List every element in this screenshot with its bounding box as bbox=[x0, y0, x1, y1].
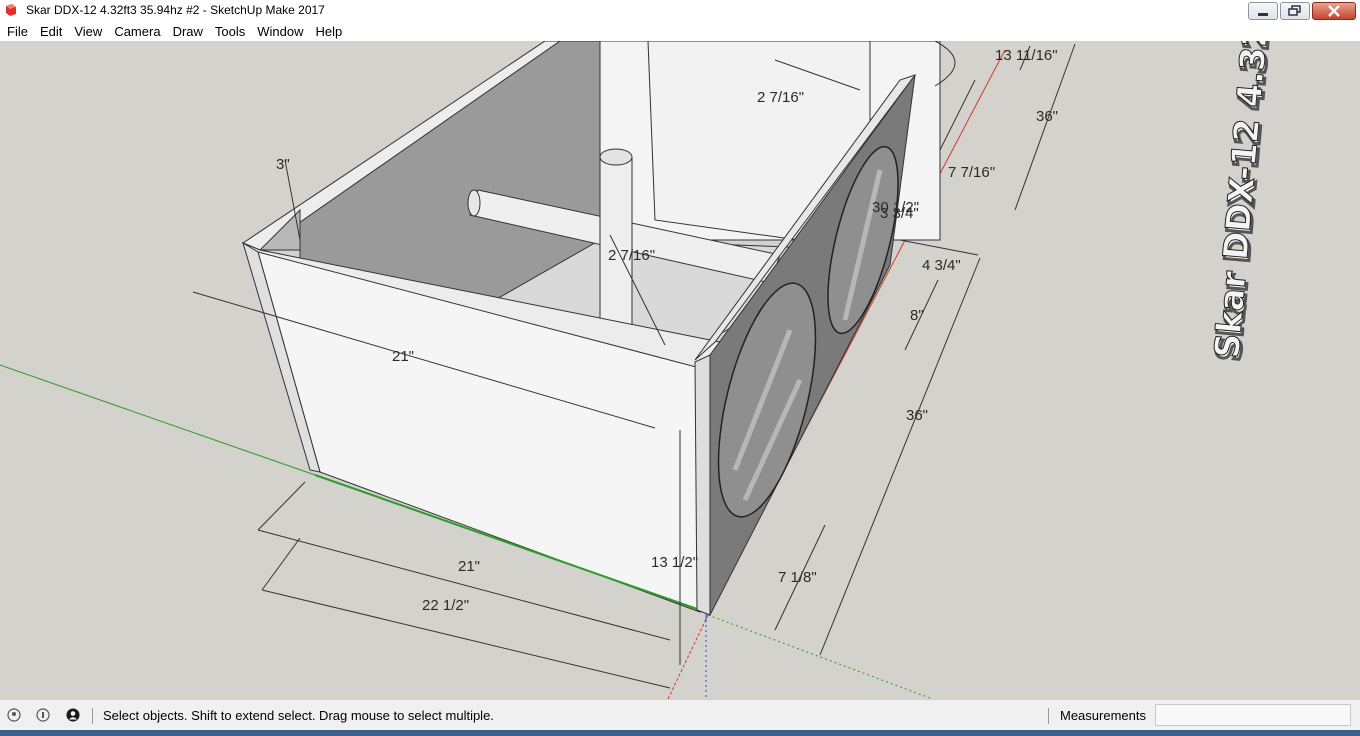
baffle-left-edge bbox=[694, 354, 711, 616]
vertical-port-top bbox=[599, 148, 633, 166]
dim-top-right[interactable]: 13 11/16" bbox=[995, 47, 1058, 64]
horizontal-port-end bbox=[467, 189, 481, 217]
menu-camera[interactable]: Camera bbox=[108, 24, 166, 39]
geo-location-icon[interactable] bbox=[7, 708, 21, 722]
dim-right-lower[interactable]: 36" bbox=[906, 407, 928, 424]
dim-left-wall[interactable]: 3" bbox=[276, 156, 290, 173]
dim-base-outer[interactable]: 22 1/2" bbox=[422, 597, 469, 614]
dim-center-port[interactable]: 2 7/16" bbox=[608, 247, 655, 264]
menu-help[interactable]: Help bbox=[310, 24, 349, 39]
dim-interior-width[interactable]: 21" bbox=[392, 348, 414, 365]
close-button[interactable] bbox=[1312, 2, 1356, 20]
window-controls bbox=[1248, 2, 1356, 20]
menu-bar: File Edit View Camera Draw Tools Window … bbox=[0, 22, 1360, 41]
sketchup-icon bbox=[6, 4, 16, 16]
menu-tools[interactable]: Tools bbox=[209, 24, 251, 39]
measurements-label: Measurements bbox=[1060, 708, 1146, 723]
credits-icon[interactable] bbox=[36, 708, 50, 722]
red-axis-lower bbox=[667, 614, 709, 699]
model-drawing: 13 11/16" 2 7/16" 36" 7 7/16" 3" 30 1/2"… bbox=[0, 41, 1299, 699]
menu-view[interactable]: View bbox=[68, 24, 108, 39]
menu-file[interactable]: File bbox=[0, 24, 34, 39]
dim-mid-right-b[interactable]: 3 3/4" bbox=[880, 205, 919, 222]
menu-draw[interactable]: Draw bbox=[167, 24, 209, 39]
dim-right-eight[interactable]: 8" bbox=[910, 307, 924, 324]
close-icon bbox=[1328, 5, 1340, 17]
modeling-viewport[interactable]: 13 11/16" 2 7/16" 36" 7 7/16" 3" 30 1/2"… bbox=[0, 41, 1360, 699]
measurements-separator bbox=[1048, 708, 1049, 724]
user-icon[interactable] bbox=[66, 708, 80, 722]
menu-edit[interactable]: Edit bbox=[34, 24, 68, 39]
status-separator bbox=[92, 708, 93, 724]
status-message: Select objects. Shift to extend select. … bbox=[103, 708, 494, 723]
dim-front-low[interactable]: 7 1/8" bbox=[778, 569, 817, 586]
measurements-input[interactable] bbox=[1155, 704, 1351, 726]
minimize-icon bbox=[1258, 13, 1268, 16]
status-bar: Select objects. Shift to extend select. … bbox=[0, 699, 1360, 731]
taskbar[interactable] bbox=[0, 730, 1360, 736]
minimize-button[interactable] bbox=[1248, 2, 1278, 20]
window-title: Skar DDX-12 4.32ft3 35.94hz #2 - SketchU… bbox=[26, 3, 325, 17]
dim-top-center[interactable]: 2 7/16" bbox=[757, 89, 804, 106]
title-bar: Skar DDX-12 4.32ft3 35.94hz #2 - SketchU… bbox=[0, 0, 1360, 22]
dim-right-upper[interactable]: 36" bbox=[1036, 108, 1058, 125]
dim-right-mid[interactable]: 4 3/4" bbox=[922, 257, 961, 274]
watermark-3d-text: Skar DDX-12 4.32ft3 35.94hz Skar DDX-12 … bbox=[1207, 41, 1299, 364]
dim-right-small[interactable]: 7 7/16" bbox=[948, 164, 995, 181]
dim-depth-height[interactable]: 13 1/2" bbox=[651, 554, 698, 571]
green-axis-dotted bbox=[707, 614, 931, 699]
green-axis bbox=[0, 364, 316, 476]
menu-window[interactable]: Window bbox=[251, 24, 309, 39]
dim-base-inner[interactable]: 21" bbox=[458, 558, 480, 575]
maximize-icon bbox=[1288, 5, 1301, 16]
maximize-button[interactable] bbox=[1280, 2, 1310, 20]
